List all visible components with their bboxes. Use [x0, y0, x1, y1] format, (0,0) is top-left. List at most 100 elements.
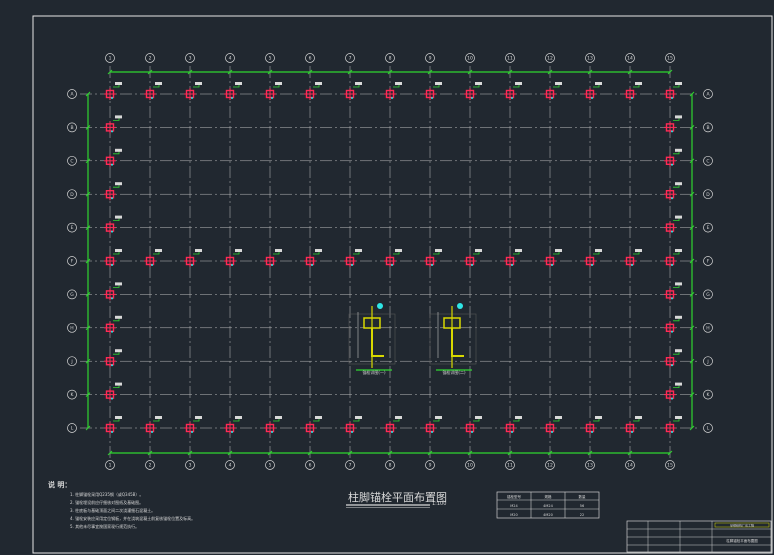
- column-axis-bubble-label: 11: [507, 56, 513, 62]
- row-axis-bubble-label: B: [70, 125, 73, 131]
- note-item: 5. 其他未尽事宜按国家现行规范执行。: [70, 523, 139, 529]
- row-axis-bubble-label: F: [71, 259, 74, 265]
- column-anchor: [624, 249, 642, 267]
- column-anchor: [664, 82, 682, 100]
- column-anchor: [664, 416, 682, 434]
- row-axis-bubble-label: E: [71, 225, 74, 231]
- column-anchor: [464, 416, 482, 434]
- drawing-frame: [32, 15, 773, 554]
- legend-cell: M24: [510, 504, 518, 508]
- column-anchor: [104, 416, 122, 434]
- column-axis-bubble-label: 11: [507, 463, 513, 469]
- column-axis-bubble-label: 3: [189, 463, 192, 469]
- column-anchor: [304, 249, 322, 267]
- anchor-detail-2: 锚栓详图(二): [429, 303, 477, 375]
- row-axis-bubble-label: D: [706, 192, 710, 198]
- column-anchor: [664, 249, 682, 267]
- legend-cell: M20: [510, 513, 517, 517]
- column-anchor: [664, 215, 682, 234]
- legend-header: 锚栓型号: [507, 494, 521, 499]
- detail-2-label: 锚栓详图(二): [442, 369, 466, 375]
- column-axis-bubble-label: 7: [349, 463, 352, 469]
- column-anchor: [104, 249, 122, 267]
- column-axis-bubble-label: 4: [229, 463, 232, 469]
- column-anchors: [104, 82, 682, 434]
- column-anchor: [544, 249, 562, 267]
- legend-cell: 4M20: [543, 513, 553, 517]
- drawing-title-block: 柱脚锚栓平面布置图 1:100: [346, 490, 447, 508]
- column-axis-bubble-label: 5: [269, 56, 272, 62]
- column-anchor: [264, 82, 282, 100]
- column-anchor: [384, 416, 402, 434]
- column-anchor: [424, 82, 442, 100]
- row-axis-bubble-label: D: [70, 192, 74, 198]
- column-anchor: [624, 82, 642, 100]
- row-axis-bubble-label: C: [706, 158, 709, 164]
- notes-heading: 说 明：: [48, 480, 71, 489]
- title-block: 某钢结构厂房工程 柱脚锚栓平面布置图: [626, 520, 772, 553]
- column-anchor: [464, 82, 482, 100]
- column-axis-bubble-label: 12: [547, 463, 553, 469]
- column-axis-bubble-label: 9: [429, 56, 432, 62]
- legend-header: 数量: [579, 494, 587, 499]
- title-block-project: 某钢结构厂房工程: [730, 523, 754, 528]
- column-anchor: [144, 249, 162, 267]
- column-anchor: [304, 416, 322, 434]
- column-axis-bubble-label: 13: [587, 56, 593, 62]
- row-axis-bubble-label: B: [706, 125, 709, 131]
- column-anchor: [104, 82, 122, 100]
- row-axis-bubble-label: G: [70, 292, 74, 298]
- column-anchor: [344, 82, 362, 100]
- column-anchor: [544, 416, 562, 434]
- title-block-drawing-name: 柱脚锚栓平面布置图: [726, 538, 758, 543]
- column-anchor: [584, 416, 602, 434]
- column-axis-bubble-label: 10: [467, 56, 473, 62]
- column-anchor: [304, 82, 322, 100]
- anchor-detail-1: 锚栓详图(一): [348, 303, 396, 375]
- column-axis-bubble-label: 4: [229, 56, 232, 62]
- note-item: 2. 锚栓埋设前应仔细核对图纸及基础图。: [70, 499, 143, 505]
- column-anchor: [264, 249, 282, 267]
- column-axis-bubble-label: 10: [467, 463, 473, 469]
- column-anchor: [504, 249, 522, 267]
- note-item: 3. 柱底板与基础顶面之间二次浇灌细石混凝土。: [70, 507, 155, 513]
- column-anchor: [424, 416, 442, 434]
- column-anchor: [264, 416, 282, 434]
- column-anchor: [504, 416, 522, 434]
- column-anchor: [384, 249, 402, 267]
- column-anchor: [664, 182, 682, 201]
- note-item: 1. 柱脚锚栓采用Q235钢（或Q345B）。: [70, 491, 143, 497]
- column-anchor: [224, 416, 242, 434]
- column-anchor: [504, 82, 522, 100]
- column-anchor: [144, 82, 162, 100]
- column-anchor: [664, 315, 682, 334]
- column-anchor: [104, 115, 122, 134]
- column-anchor: [584, 82, 602, 100]
- column-anchor: [104, 349, 122, 368]
- column-axis-bubble-label: 6: [309, 56, 312, 62]
- column-anchor: [344, 416, 362, 434]
- column-axis-bubble-label: 14: [627, 463, 633, 469]
- notes-block: 说 明： 1. 柱脚锚栓采用Q235钢（或Q345B）。 2. 锚栓埋设前应仔细…: [48, 480, 195, 529]
- column-anchor: [104, 215, 122, 234]
- column-anchor: [664, 115, 682, 134]
- column-anchor: [144, 416, 162, 434]
- anchor-legend-table: 锚栓型号 规格 数量 M24 4M24 56 M20 4M20 22: [496, 491, 600, 519]
- column-anchor: [104, 315, 122, 334]
- column-anchor: [184, 82, 202, 100]
- note-item: 4. 锚栓安装应采用定位钢板，并在浇筑混凝土前复核锚栓位置及标高。: [70, 515, 195, 521]
- column-anchor: [664, 148, 682, 167]
- cad-drawing-canvas: 1122334455667788991010111112121313141415…: [32, 15, 773, 554]
- column-anchor: [104, 382, 122, 401]
- column-axis-bubble-label: 8: [389, 463, 392, 469]
- column-anchor: [224, 249, 242, 267]
- column-axis-bubble-label: 12: [547, 56, 553, 62]
- column-axis-bubble-label: 6: [309, 463, 312, 469]
- column-anchor: [664, 282, 682, 301]
- column-axis-bubble-label: 13: [587, 463, 593, 469]
- row-axis-bubble-label: J: [70, 359, 72, 365]
- column-anchor: [104, 148, 122, 167]
- row-axis-bubble-label: C: [70, 158, 73, 164]
- column-axis-bubble-label: 1: [109, 463, 112, 469]
- column-axis-bubble-label: 5: [269, 463, 272, 469]
